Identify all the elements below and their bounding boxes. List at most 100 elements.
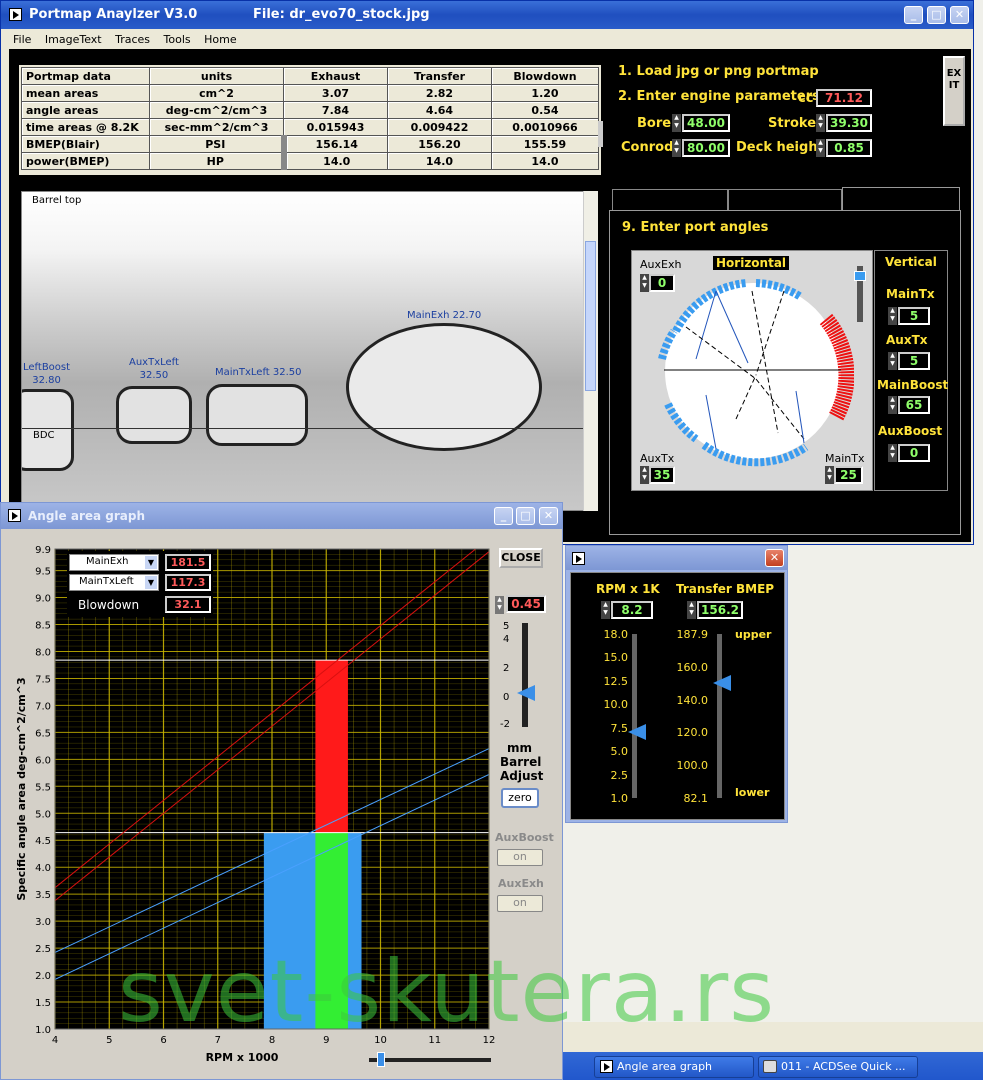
minimize-icon[interactable]: _ xyxy=(904,6,923,24)
y-tick-label: 9.0 xyxy=(35,594,51,605)
tab-2[interactable] xyxy=(728,189,842,211)
vertical-auxboost-input[interactable]: 0 xyxy=(898,444,930,462)
stroke-label: Stroke xyxy=(768,116,817,131)
x-slider-track[interactable] xyxy=(369,1058,491,1062)
taskbar-acdsee[interactable]: 011 - ACDSee Quick ... xyxy=(758,1056,918,1078)
auxexh-toggle[interactable]: on xyxy=(497,895,543,912)
slider-tick: 4 xyxy=(503,634,510,645)
units-dropdown-psi[interactable]: PSI xyxy=(149,135,287,153)
port-outline-mainexh xyxy=(346,323,542,451)
image-scroll-thumb[interactable] xyxy=(585,241,596,391)
maintx-corner-input[interactable]: 25 xyxy=(834,466,863,484)
menu-home[interactable]: Home xyxy=(204,33,236,46)
vertical-maintx-spinner[interactable]: ▲ ▼ xyxy=(888,307,897,325)
table-row: power(BMEP) HP 14.0 14.0 14.0 xyxy=(21,152,599,170)
close-icon[interactable]: ✕ xyxy=(950,6,969,24)
menu-tools[interactable]: Tools xyxy=(164,33,191,46)
bore-spinner[interactable]: ▲ ▼ xyxy=(672,114,681,132)
vertical-auxtx-spinner[interactable]: ▲ ▼ xyxy=(888,352,897,370)
conrod-spinner[interactable]: ▲ ▼ xyxy=(672,139,681,157)
close-graph-button[interactable]: CLOSE xyxy=(499,548,543,568)
vertical-mainboost-spinner[interactable]: ▲ ▼ xyxy=(888,396,897,414)
table-cell: 14.0 xyxy=(491,152,599,170)
port-value: 32.50 xyxy=(272,367,302,378)
y-tick-label: 5.0 xyxy=(35,809,51,820)
chevron-down-icon[interactable]: ▼ xyxy=(145,556,157,569)
table-cell: 0.54 xyxy=(491,101,599,119)
y-tick-label: 2.0 xyxy=(35,971,51,982)
table-cell: sec-mm^2/cm^3 xyxy=(149,118,284,136)
menu-imagetext[interactable]: ImageText xyxy=(45,33,102,46)
rpm-spinner[interactable]: ▲ ▼ xyxy=(601,601,610,619)
rpm-tick-label: 5.0 xyxy=(610,745,629,758)
exit-button[interactable]: EXIT xyxy=(943,56,965,126)
stroke-spinner[interactable]: ▲ ▼ xyxy=(816,114,825,132)
conrod-input[interactable]: 80.00 xyxy=(682,139,730,157)
zero-button[interactable]: zero xyxy=(501,788,539,808)
y-tick-label: 6.5 xyxy=(35,728,51,739)
port-name: MainExh xyxy=(407,310,450,321)
port-label-maintxleft: MainTxLeft 32.50 xyxy=(215,367,302,378)
rpm-input[interactable]: 8.2 xyxy=(611,601,653,619)
bmep-title-bar[interactable]: ✕ xyxy=(566,546,787,570)
bmep-tick-label: 160.0 xyxy=(676,661,709,674)
taskbar-angle-area-graph[interactable]: Angle area graph xyxy=(594,1056,754,1078)
bmep-input[interactable]: 156.2 xyxy=(697,601,743,619)
auxtx-corner-spinner[interactable]: ▲ ▼ xyxy=(640,466,649,484)
auxboost-toggle[interactable]: on xyxy=(497,849,543,866)
barrel-slider-thumb[interactable] xyxy=(517,685,535,701)
portmap-image[interactable]: Barrel top BDC LeftBoost 32.80 AuxTxLeft 3… xyxy=(21,191,584,511)
bmep-slider-thumb[interactable] xyxy=(713,675,731,692)
x-slider-thumb[interactable] xyxy=(377,1052,385,1067)
bmep-spinner[interactable]: ▲ ▼ xyxy=(687,601,696,619)
menu-traces[interactable]: Traces xyxy=(115,33,150,46)
bore-input[interactable]: 48.00 xyxy=(682,114,730,132)
tab-3-active[interactable] xyxy=(842,187,960,211)
rpm-slider-track[interactable] xyxy=(632,634,637,798)
deck-spinner[interactable]: ▲ ▼ xyxy=(816,139,825,157)
chevron-down-icon[interactable]: ▼ xyxy=(145,576,157,589)
vertical-auxtx-input[interactable]: 5 xyxy=(898,352,930,370)
portmap-table: Portmap data units Exhaust Transfer Blow… xyxy=(21,67,599,170)
bmep-slider-track[interactable] xyxy=(717,634,722,798)
minimize-icon[interactable]: _ xyxy=(494,507,513,525)
y-tick-label: 8.0 xyxy=(35,647,51,658)
graph-title-bar[interactable]: Angle area graph _ □ ✕ xyxy=(1,503,562,529)
table-scrollbar[interactable] xyxy=(598,121,603,147)
y-tick-label: 7.5 xyxy=(35,674,51,685)
units-dropdown-hp[interactable]: HP xyxy=(149,152,287,170)
barrel-slider-track[interactable] xyxy=(522,623,528,727)
rotation-slider-thumb[interactable] xyxy=(854,271,866,281)
auxtx-corner-input[interactable]: 35 xyxy=(649,466,675,484)
main-title-bar[interactable]: Portmap Anaylzer V3.0 File: dr_evo70_sto… xyxy=(1,1,973,29)
stroke-input[interactable]: 39.30 xyxy=(826,114,872,132)
maximize-icon[interactable]: □ xyxy=(516,507,535,525)
desktop-strip xyxy=(563,1022,983,1052)
close-icon[interactable]: ✕ xyxy=(539,507,558,525)
barrel-value-spinner[interactable]: ▲ ▼ xyxy=(495,596,504,614)
y-tick-label: 8.5 xyxy=(35,621,51,632)
y-tick-label: 1.5 xyxy=(35,998,51,1009)
deck-height-input[interactable]: 0.85 xyxy=(826,139,872,157)
rpm-tick-label: 1.0 xyxy=(610,792,629,805)
labview-app-icon xyxy=(572,552,585,565)
tab-1[interactable] xyxy=(612,189,728,211)
maintx-corner-spinner[interactable]: ▲ ▼ xyxy=(825,466,834,484)
slider-tick: 5 xyxy=(503,621,510,632)
close-icon[interactable]: ✕ xyxy=(765,549,784,567)
table-header: Blowdown xyxy=(491,67,599,85)
vertical-auxboost-spinner[interactable]: ▲ ▼ xyxy=(888,444,897,462)
maximize-icon[interactable]: □ xyxy=(927,6,946,24)
x-tick-label: 4 xyxy=(52,1035,58,1046)
vertical-maintx-input[interactable]: 5 xyxy=(898,307,930,325)
barrel-value-display: 0.45 xyxy=(506,595,546,613)
vertical-mainboost-input[interactable]: 65 xyxy=(898,396,930,414)
table-row: time areas @ 8.2K sec-mm^2/cm^3 0.015943… xyxy=(21,118,599,136)
y-tick-label: 9.5 xyxy=(35,567,51,578)
auxexh-input[interactable]: 0 xyxy=(649,274,675,292)
auxexh-spinner[interactable]: ▲ ▼ xyxy=(640,274,649,292)
rpm-slider-thumb[interactable] xyxy=(628,724,646,741)
table-cell: mean areas xyxy=(21,84,150,102)
menu-bar: File ImageText Traces Tools Home xyxy=(9,30,971,48)
menu-file[interactable]: File xyxy=(13,33,31,46)
